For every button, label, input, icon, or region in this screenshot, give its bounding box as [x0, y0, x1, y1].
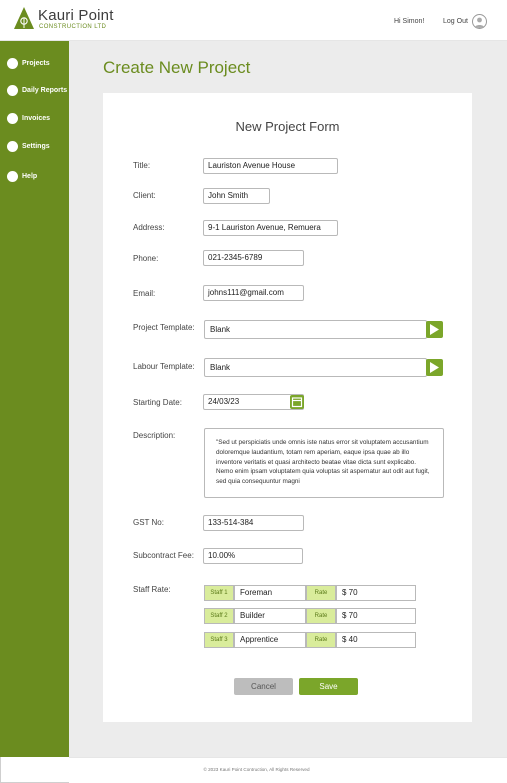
- labour-template-go-button[interactable]: [426, 359, 443, 376]
- footer: © 2023 Kauri Point Contruction, All Righ…: [69, 757, 507, 783]
- nav-dot-icon: [7, 140, 18, 152]
- sidebar-item-label: Invoices: [22, 114, 51, 122]
- project-template-go-button[interactable]: [426, 321, 443, 338]
- labour-template-select[interactable]: Blank: [204, 358, 427, 377]
- email-label: Email:: [133, 289, 156, 298]
- user-greeting: Hi Simon!: [394, 18, 425, 25]
- sidebar-item-label: Projects: [22, 59, 50, 67]
- client-input[interactable]: John Smith: [203, 188, 270, 204]
- address-label: Address:: [133, 223, 165, 232]
- sidebar-item-projects[interactable]: Projects: [7, 56, 50, 70]
- title-label: Title:: [133, 161, 151, 170]
- project-template-select[interactable]: Blank: [204, 320, 427, 339]
- sidebar-item-label: Daily Reports: [22, 86, 68, 94]
- kauri-logo-icon: [14, 7, 34, 29]
- calendar-icon[interactable]: [290, 395, 304, 409]
- rate-tag: Rate: [306, 608, 336, 624]
- email-input[interactable]: johns111@gmail.com: [203, 285, 304, 301]
- save-button[interactable]: Save: [299, 678, 358, 695]
- sidebar-item-invoices[interactable]: Invoices: [7, 111, 50, 125]
- project-template-label: Project Template:: [133, 323, 195, 332]
- staff-rate-label: Staff Rate:: [133, 585, 171, 594]
- user-avatar-icon[interactable]: [472, 14, 487, 29]
- brand-subtitle: CONSTRUCTION LTD: [39, 24, 107, 30]
- nav-dot-icon: [7, 57, 18, 69]
- staff-name-input[interactable]: Apprentice: [234, 632, 306, 648]
- starting-date-input[interactable]: 24/03/23: [203, 394, 304, 410]
- brand-name: Kauri Point: [38, 7, 114, 24]
- staff-tag: Staff 1: [204, 585, 234, 601]
- phone-input[interactable]: 021-2345-6789: [203, 250, 304, 266]
- gst-label: GST No:: [133, 518, 164, 527]
- nav-dot-icon: [7, 84, 18, 96]
- header: Kauri Point CONSTRUCTION LTD Hi Simon! L…: [0, 0, 507, 41]
- footer-copyright: © 2023 Kauri Point Contruction, All Righ…: [203, 767, 310, 772]
- description-label: Description:: [133, 431, 176, 440]
- client-label: Client:: [133, 191, 156, 200]
- address-input[interactable]: 9-1 Lauriston Avenue, Remuera: [203, 220, 338, 236]
- labour-template-label: Labour Template:: [133, 362, 195, 371]
- staff-tag: Staff 3: [204, 632, 234, 648]
- page-title: Create New Project: [103, 58, 251, 77]
- rate-tag: Rate: [306, 632, 336, 648]
- logout-link[interactable]: Log Out: [443, 18, 468, 25]
- description-textarea[interactable]: "Sed ut perspiciatis unde omnis iste nat…: [204, 428, 444, 498]
- staff-tag: Staff 2: [204, 608, 234, 624]
- sidebar-item-label: Help: [22, 172, 38, 180]
- nav-dot-icon: [7, 170, 18, 182]
- staff-rate-input[interactable]: $ 40: [336, 632, 416, 648]
- sidebar-item-daily-reports[interactable]: Daily Reports: [7, 83, 67, 97]
- staff-name-input[interactable]: Foreman: [234, 585, 306, 601]
- phone-label: Phone:: [133, 254, 159, 263]
- staff-rate-input[interactable]: $ 70: [336, 585, 416, 601]
- cancel-button[interactable]: Cancel: [234, 678, 293, 695]
- gst-input[interactable]: 133-514-384: [203, 515, 304, 531]
- sidebar-item-label: Settings: [22, 142, 50, 150]
- subcontract-fee-input[interactable]: 10.00%: [203, 548, 303, 564]
- title-input[interactable]: Lauriston Avenue House: [203, 158, 338, 174]
- play-arrow-icon: [430, 362, 439, 373]
- starting-date-label: Starting Date:: [133, 398, 182, 407]
- play-arrow-icon: [430, 324, 439, 335]
- sidebar-item-settings[interactable]: Settings: [7, 139, 50, 153]
- rate-tag: Rate: [306, 585, 336, 601]
- sidebar-item-help[interactable]: Help: [7, 169, 37, 183]
- nav-dot-icon: [7, 112, 18, 124]
- form-title: New Project Form: [235, 119, 340, 134]
- staff-rate-input[interactable]: $ 70: [336, 608, 416, 624]
- staff-name-input[interactable]: Builder: [234, 608, 306, 624]
- subcontract-fee-label: Subcontract Fee:: [133, 551, 194, 560]
